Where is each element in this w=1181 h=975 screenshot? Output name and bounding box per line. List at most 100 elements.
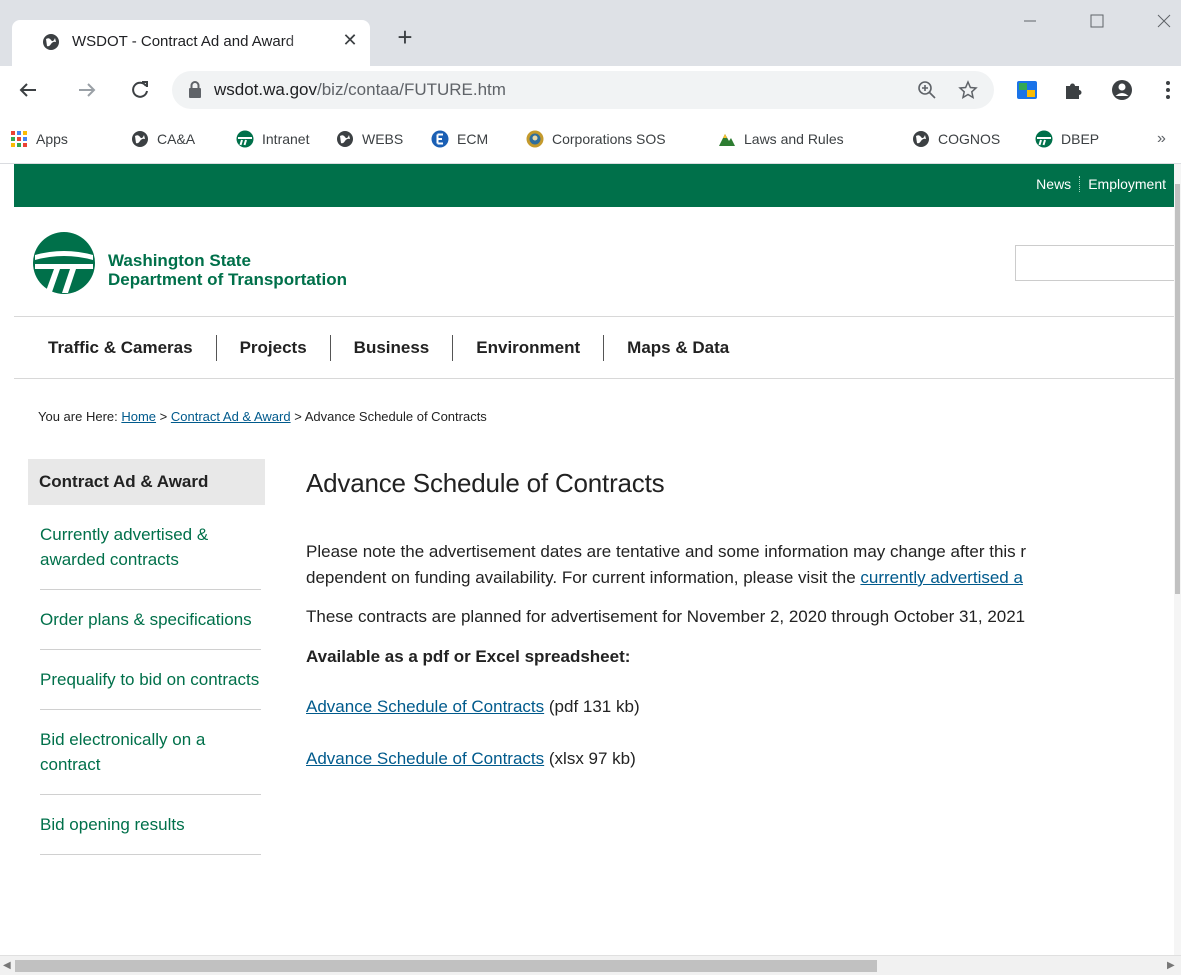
bookmark-caa[interactable]: CA&A <box>131 129 195 149</box>
bookmark-label: Corporations SOS <box>552 131 666 147</box>
bookmark-ecm[interactable]: ECM <box>431 129 488 149</box>
nav-traffic-cameras[interactable]: Traffic & Cameras <box>38 335 216 361</box>
puzzle-icon[interactable] <box>1062 78 1086 102</box>
scroll-left-arrow-icon[interactable]: ◀ <box>3 960 11 971</box>
currently-advertised-link[interactable]: currently advertised a <box>860 568 1023 587</box>
download-pdf-row: Advance Schedule of Contracts (pdf 131 k… <box>306 694 1174 720</box>
back-arrow-icon[interactable] <box>16 78 40 102</box>
maximize-icon[interactable] <box>1082 6 1112 36</box>
extension-tile-icon[interactable] <box>1015 78 1039 102</box>
utility-bar: News Employment <box>14 164 1174 207</box>
nav-maps-data[interactable]: Maps & Data <box>603 334 752 361</box>
news-link[interactable]: News <box>1028 176 1079 192</box>
bookmark-label: Intranet <box>262 131 310 147</box>
bookmark-label: CA&A <box>157 131 196 147</box>
reload-icon[interactable] <box>128 78 152 102</box>
bookmark-apps[interactable]: Apps <box>10 129 68 149</box>
bookmark-label: ECM <box>457 131 489 147</box>
agency-line-2: Department of Transportation <box>108 270 347 289</box>
browser-tab[interactable]: WSDOT - Contract Ad and Award ✕ <box>12 20 370 66</box>
note-paragraph: Please note the advertisement dates are … <box>306 539 1174 591</box>
note-line-2: dependent on funding availability. For c… <box>306 568 861 587</box>
advance-schedule-xlsx-link[interactable]: Advance Schedule of Contracts <box>306 749 544 768</box>
nav-environment[interactable]: Environment <box>452 334 603 361</box>
wsdot-logo-icon <box>1035 130 1053 148</box>
side-nav-prequalify[interactable]: Prequalify to bid on contracts <box>40 650 261 710</box>
url-host: wsdot.wa.gov <box>214 80 317 99</box>
bookmark-star-icon[interactable] <box>958 80 978 100</box>
bookmark-label: WEBS <box>362 131 404 147</box>
xlsx-file-info: (xlsx 97 kb) <box>544 749 636 768</box>
url-path: /biz/contaa/FUTURE.htm <box>317 80 506 99</box>
close-tab-icon[interactable]: ✕ <box>340 30 360 50</box>
bookmark-cognos[interactable]: COGNOS <box>912 129 1000 149</box>
side-nav-advertised-awarded[interactable]: Currently advertised & awarded contracts <box>40 505 261 590</box>
lock-icon[interactable] <box>188 81 202 98</box>
profile-icon[interactable] <box>1110 78 1134 102</box>
horizontal-scrollbar[interactable]: ◀ ▶ <box>0 955 1181 975</box>
side-nav-bid-opening-results[interactable]: Bid opening results <box>40 795 261 855</box>
mountain-icon <box>719 134 735 146</box>
agency-name[interactable]: Washington State Department of Transport… <box>108 251 347 289</box>
wsdot-logo[interactable] <box>32 231 96 295</box>
bookmark-dbep[interactable]: DBEP <box>1035 129 1099 149</box>
side-nav-order-plans[interactable]: Order plans & specifications <box>40 590 261 650</box>
apps-grid-icon <box>11 131 27 147</box>
page-title: Advance Schedule of Contracts <box>306 468 665 498</box>
bookmark-corporations-sos[interactable]: Corporations SOS <box>526 129 666 149</box>
nav-projects[interactable]: Projects <box>215 334 330 361</box>
main-content: Advance Schedule of Contracts Please not… <box>306 464 1174 772</box>
minimize-icon[interactable] <box>1015 6 1045 36</box>
agency-line-1: Washington State <box>108 251 251 270</box>
wsdot-logo-icon <box>236 130 254 148</box>
bookmark-label: Laws and Rules <box>744 131 844 147</box>
breadcrumb-section-link[interactable]: Contract Ad & Award <box>171 409 291 424</box>
breadcrumb-current: Advance Schedule of Contracts <box>304 409 487 424</box>
scroll-right-arrow-icon[interactable]: ▶ <box>1167 960 1175 971</box>
download-xlsx-row: Advance Schedule of Contracts (xlsx 97 k… <box>306 746 1174 772</box>
globe-icon <box>913 131 929 147</box>
employment-link[interactable]: Employment <box>1079 176 1174 192</box>
planned-period-text: These contracts are planned for advertis… <box>306 607 1026 626</box>
new-tab-button[interactable]: + <box>393 24 417 50</box>
horizontal-scroll-thumb[interactable] <box>15 960 877 972</box>
globe-icon <box>132 131 148 147</box>
note-line-1: Please note the advertisement dates are … <box>306 542 1027 561</box>
globe-icon <box>337 131 353 147</box>
bookmarks-bar: Apps CA&A Intranet WEBS ECM Corporations… <box>0 114 1181 164</box>
globe-icon <box>43 34 59 50</box>
bookmark-intranet[interactable]: Intranet <box>236 129 309 149</box>
breadcrumb-prefix: You are Here: <box>38 409 122 424</box>
site-search-input[interactable] <box>1015 245 1174 281</box>
bookmark-label: COGNOS <box>938 131 1001 147</box>
utility-links: News Employment <box>1028 176 1174 192</box>
ecm-e-icon <box>431 130 449 148</box>
kebab-menu-icon[interactable] <box>1156 78 1180 102</box>
vertical-scrollbar[interactable] <box>1174 164 1181 955</box>
breadcrumb-home-link[interactable]: Home <box>121 409 156 424</box>
url-text: wsdot.wa.gov/biz/contaa/FUTURE.htm <box>214 80 506 100</box>
available-formats-heading: Available as a pdf or Excel spreadsheet: <box>306 647 631 666</box>
state-seal-icon <box>526 130 544 148</box>
zoom-icon[interactable] <box>917 80 937 100</box>
tab-title: WSDOT - Contract Ad and Award <box>72 33 295 50</box>
more-bookmarks-chevron-icon[interactable]: » <box>1157 130 1166 148</box>
breadcrumb-separator: > <box>156 409 171 424</box>
main-navigation: Traffic & Cameras Projects Business Envi… <box>14 317 1174 379</box>
pdf-file-info: (pdf 131 kb) <box>544 697 640 716</box>
masthead: Washington State Department of Transport… <box>14 207 1174 317</box>
bookmark-laws-and-rules[interactable]: Laws and Rules <box>718 129 844 149</box>
side-nav-heading[interactable]: Contract Ad & Award <box>28 459 265 505</box>
side-navigation: Contract Ad & Award Currently advertised… <box>28 459 265 855</box>
advance-schedule-pdf-link[interactable]: Advance Schedule of Contracts <box>306 697 544 716</box>
nav-business[interactable]: Business <box>329 334 453 361</box>
address-bar[interactable]: wsdot.wa.gov/biz/contaa/FUTURE.htm <box>172 71 994 109</box>
vertical-scroll-thumb[interactable] <box>1175 184 1180 594</box>
close-window-icon[interactable] <box>1149 6 1179 36</box>
forward-arrow-icon[interactable] <box>75 78 99 102</box>
breadcrumb: You are Here: Home > Contract Ad & Award… <box>38 409 487 424</box>
side-nav-bid-electronically[interactable]: Bid electronically on a contract <box>40 710 261 795</box>
breadcrumb-separator: > <box>290 409 305 424</box>
bookmark-webs[interactable]: WEBS <box>336 129 403 149</box>
tab-strip: WSDOT - Contract Ad and Award ✕ + <box>0 0 1181 66</box>
